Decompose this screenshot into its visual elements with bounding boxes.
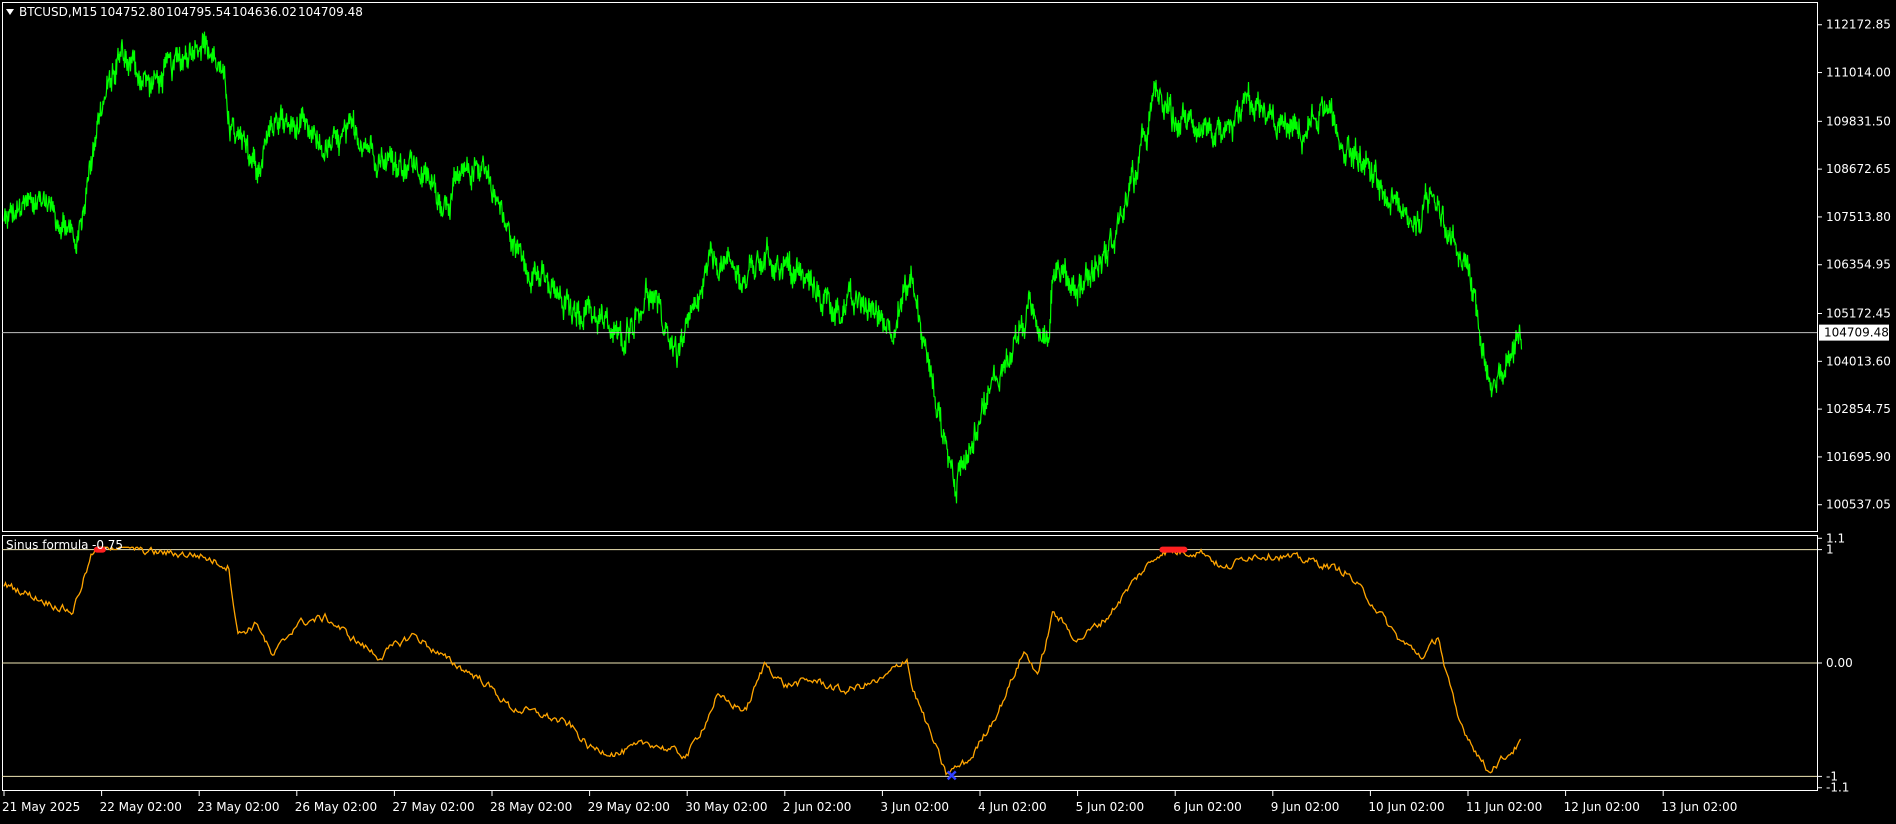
time-tick-label: 3 Jun 02:00 xyxy=(880,800,949,814)
time-tick-label: 12 Jun 02:00 xyxy=(1564,800,1640,814)
indicator-name-label: Sinus formula xyxy=(6,538,89,552)
time-tick-label: 13 Jun 02:00 xyxy=(1661,800,1737,814)
symbol-label: BTCUSD,M15 xyxy=(19,5,97,19)
time-tick-label: 4 Jun 02:00 xyxy=(978,800,1047,814)
sell-signal-marker xyxy=(1159,546,1188,553)
price-tick-label: 108672.65 xyxy=(1826,162,1891,176)
time-tick-label: 29 May 02:00 xyxy=(588,800,670,814)
ohlc-low: 104636.02 xyxy=(232,5,297,19)
time-tick-label: 22 May 02:00 xyxy=(100,800,182,814)
ohlc-high: 104795.54 xyxy=(166,5,231,19)
indicator-tick-label: -1.1 xyxy=(1826,781,1849,795)
price-tick-label: 106354.95 xyxy=(1826,258,1891,272)
price-tick-label: 102854.75 xyxy=(1826,402,1891,416)
time-tick-label: 28 May 02:00 xyxy=(490,800,572,814)
price-tick-label: 111014.00 xyxy=(1826,66,1891,80)
time-tick-label: 26 May 02:00 xyxy=(295,800,377,814)
ohlc-open: 104752.80 xyxy=(100,5,165,19)
chart-window[interactable]: 112172.85 111014.00 109831.50 108672.65 1075… xyxy=(0,0,1896,820)
price-tick-label: 104013.60 xyxy=(1826,354,1891,368)
time-tick-label: 5 Jun 02:00 xyxy=(1076,800,1145,814)
price-tick-label: 107513.80 xyxy=(1826,210,1891,224)
indicator-value-label: -0.75 xyxy=(92,538,123,552)
indicator-tick-label: 1 xyxy=(1826,543,1834,557)
time-tick-label: 2 Jun 02:00 xyxy=(783,800,852,814)
price-tick-label: 101695.90 xyxy=(1826,450,1891,464)
time-tick-label: 6 Jun 02:00 xyxy=(1173,800,1242,814)
time-tick-label: 9 Jun 02:00 xyxy=(1271,800,1340,814)
time-tick-label: 11 Jun 02:00 xyxy=(1466,800,1542,814)
time-tick-label: 21 May 2025 xyxy=(2,800,80,814)
chart-canvas[interactable]: 112172.85 111014.00 109831.50 108672.65 1075… xyxy=(0,0,1896,820)
current-price-label: 104709.48 xyxy=(1824,326,1889,340)
time-tick-label: 23 May 02:00 xyxy=(197,800,279,814)
price-tick-label: 109831.50 xyxy=(1826,114,1891,128)
price-tick-label: 100537.05 xyxy=(1826,498,1891,512)
indicator-tick-label: 0.00 xyxy=(1826,656,1853,670)
time-tick-label: 10 Jun 02:00 xyxy=(1368,800,1444,814)
price-tick-label: 112172.85 xyxy=(1826,18,1891,32)
time-tick-label: 30 May 02:00 xyxy=(685,800,767,814)
price-tick-label: 105172.45 xyxy=(1826,307,1891,321)
time-tick-label: 27 May 02:00 xyxy=(392,800,474,814)
ohlc-close: 104709.48 xyxy=(298,5,363,19)
